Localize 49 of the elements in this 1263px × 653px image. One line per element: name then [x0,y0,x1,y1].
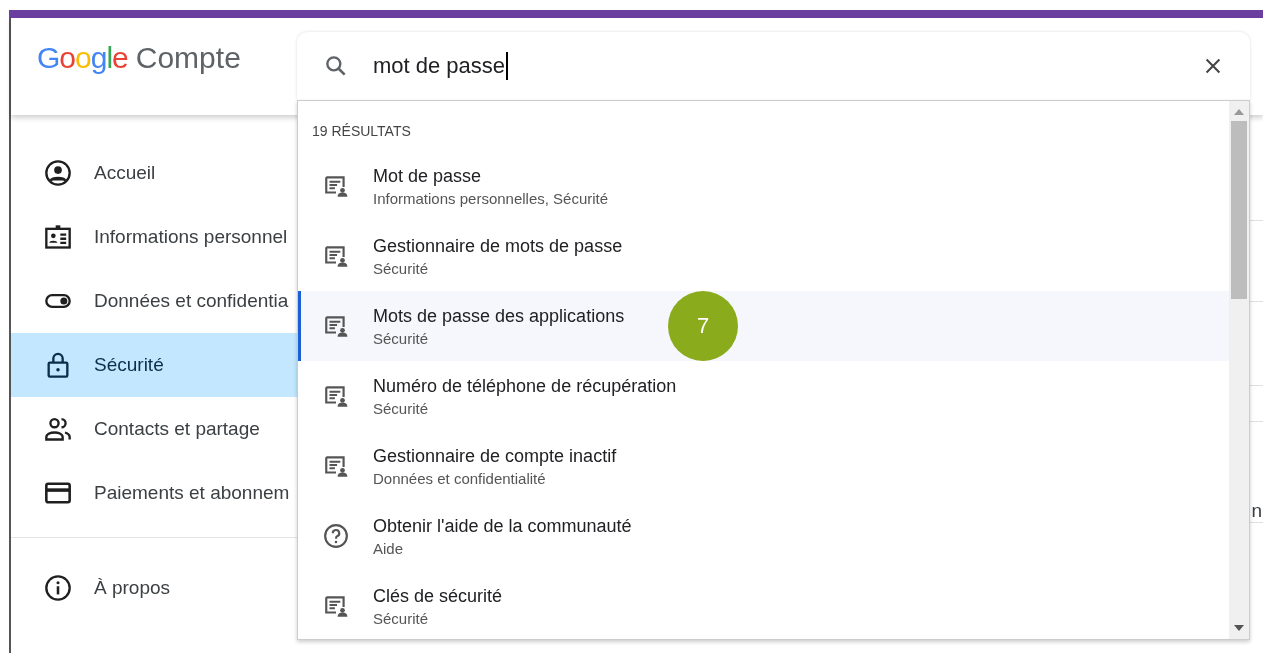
settings-person-icon [323,593,349,619]
scroll-down-icon[interactable] [1234,625,1244,631]
result-subtitle: Sécurité [373,609,430,627]
help-icon [323,523,349,549]
result-item[interactable]: Gestionnaire de compte inactif Données et confidentialité [298,431,1229,501]
account-icon [44,159,72,187]
result-item[interactable]: Mot de passe Informations personnelles, Sécurité [298,151,1229,221]
product-name: Compte [135,41,241,75]
results-count: 19 RÉSULTATS [311,122,412,141]
settings-person-icon [323,313,349,339]
result-subtitle: Aide [373,539,405,557]
result-title: Clés de sécurité [373,585,503,607]
result-item[interactable]: Clés de sécurité Sécurité [298,571,1229,641]
result-subtitle: Informations personnelles, Sécurité [373,189,609,207]
settings-person-icon [323,453,349,479]
settings-person-icon [323,173,349,199]
result-item[interactable]: Obtenir l'aide de la communauté Aide [298,501,1229,571]
scrollbar[interactable] [1229,101,1249,639]
result-title: Obtenir l'aide de la communauté [373,515,632,537]
people-icon [44,415,72,443]
search-text: mot de passe [373,53,506,79]
nav-item[interactable]: Sécurité [11,333,299,397]
settings-person-icon [323,383,349,409]
result-title: Numéro de téléphone de récupération [373,375,677,397]
scrollbar-thumb[interactable] [1231,121,1247,299]
result-title: Mot de passe [373,165,483,187]
result-title: Mots de passe des applications [373,305,625,327]
id-card-icon [44,223,72,251]
result-item[interactable]: Numéro de téléphone de récupération Sécurité [298,361,1229,431]
result-title: Gestionnaire de mots de passe [373,235,623,257]
credit-card-icon [44,479,72,507]
scroll-up-icon[interactable] [1234,109,1244,115]
nav-item[interactable]: À propos [11,556,299,620]
search-field[interactable]: mot de passe [297,32,1250,100]
google-logo: Google [37,41,128,75]
result-title: Gestionnaire de compte inactif [373,445,617,467]
nav-item[interactable]: Accueil [11,141,299,205]
result-subtitle: Sécurité [373,329,430,347]
result-subtitle: Sécurité [373,259,430,277]
nav-item[interactable]: Contacts et partage [11,397,299,461]
nav-item[interactable]: Informations personnel [11,205,299,269]
result-subtitle: Sécurité [373,399,430,417]
nav-item[interactable]: Paiements et abonnem [11,461,299,525]
info-icon [44,574,72,602]
result-subtitle: Données et confidentialité [373,469,547,487]
content-text: n [1251,500,1262,522]
result-item[interactable]: Gestionnaire de mots de passe Sécurité [298,221,1229,291]
nav-item[interactable]: Données et confidentia [11,269,299,333]
settings-person-icon [323,243,349,269]
